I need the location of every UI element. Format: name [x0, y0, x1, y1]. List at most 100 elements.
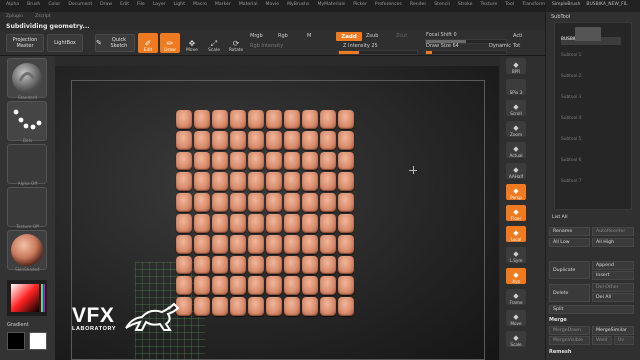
menu-item-document[interactable]: Document	[68, 2, 92, 7]
crosshair-cursor-icon	[409, 166, 417, 174]
menu-item-material[interactable]: Material	[239, 2, 258, 7]
menu-item-stencil[interactable]: Stencil	[434, 2, 450, 7]
menu-item-mymaterials[interactable]: MyMaterials	[317, 2, 345, 7]
secondary-color-swatch[interactable]	[7, 332, 25, 350]
menu-item-movie[interactable]: Movie	[265, 2, 279, 7]
shelf-button-aahalf[interactable]: ◆ AAHalf	[506, 163, 526, 179]
mrgb-button[interactable]: Mrgb	[250, 33, 263, 39]
merge-down-button[interactable]: MergeDown	[549, 326, 590, 335]
shelf-button-persp[interactable]: ◆ Persp	[506, 184, 526, 200]
shelf-button-l-sym[interactable]: ◆ L.Sym	[506, 247, 526, 263]
tile-mesh-model[interactable]	[176, 110, 354, 316]
alpha-thumbnail[interactable]	[7, 144, 47, 184]
z-intensity-slider[interactable]	[338, 50, 418, 55]
menu-item-macro[interactable]: Macro	[193, 2, 207, 7]
lightbox-button[interactable]: LightBox	[47, 34, 83, 52]
menu-item-draw[interactable]: Draw	[100, 2, 112, 7]
zsub-button[interactable]: Zsub	[366, 33, 378, 39]
zadd-button[interactable]: Zadd	[336, 32, 362, 41]
tab-current-tool[interactable]: BUSBIKA_NEW_FIL	[586, 2, 627, 10]
mesh-tile	[176, 276, 192, 296]
shelf-button-xyz[interactable]: ◆ Xyz	[506, 268, 526, 284]
menu-item-marker[interactable]: Marker	[215, 2, 231, 7]
append-button[interactable]: Append	[592, 261, 634, 270]
insert-button[interactable]: Insert	[592, 271, 634, 280]
shelf-button-actual[interactable]: ◆ Actual	[506, 142, 526, 158]
tool-rotate[interactable]: ⟳ Rotate	[226, 33, 246, 53]
material-thumbnail[interactable]	[7, 230, 47, 270]
del-other-button[interactable]: Del Other	[592, 283, 634, 292]
dynamic-button[interactable]: Dynamic	[489, 43, 511, 49]
tab-simplebrush[interactable]: SimpleBrush	[552, 2, 580, 10]
quick-sketch-button[interactable]: ✎ Quick Sketch	[95, 34, 135, 52]
all-low-button[interactable]: All Low	[549, 238, 590, 247]
rename-button[interactable]: Rename	[549, 227, 590, 236]
menu-item-tool[interactable]: Tool	[505, 2, 514, 7]
menu-item-mybrushs[interactable]: MyBrushs	[287, 2, 309, 7]
del-all-button[interactable]: Del All	[592, 293, 634, 302]
projection-master-button[interactable]: Projection Master	[6, 34, 44, 52]
stroke-thumbnail[interactable]	[7, 101, 47, 141]
split-button[interactable]: Split	[549, 305, 634, 314]
merge-visible-button[interactable]: MergeVisible	[549, 336, 590, 345]
subtool-item[interactable]: Subtool 7	[561, 179, 621, 187]
shelf-button-move[interactable]: ◆ Move	[506, 310, 526, 326]
menu-item-zplugin[interactable]: Zplugin	[6, 14, 23, 19]
uv-toggle[interactable]: Uv	[614, 336, 634, 345]
shelf-button-zoom[interactable]: ◆ Zoom	[506, 121, 526, 137]
menu-item-file[interactable]: File	[137, 2, 145, 7]
menu-item-edit[interactable]: Edit	[120, 2, 129, 7]
delete-button[interactable]: Delete	[549, 284, 590, 302]
shelf-button-scale[interactable]: ◆ Scale	[506, 331, 526, 347]
menu-item-stroke[interactable]: Stroke	[458, 2, 473, 7]
tool-draw[interactable]: ✏ Draw	[160, 33, 180, 53]
subtool-item[interactable]: Subtool 6	[561, 158, 621, 166]
subtool-item[interactable]: Subtool 3	[561, 95, 621, 103]
mesh-tile	[194, 255, 210, 275]
subtool-item[interactable]: Subtool 1	[561, 53, 621, 61]
menu-item-light[interactable]: Light	[174, 2, 185, 7]
menu-item-alpha[interactable]: Alpha	[6, 2, 19, 7]
autoreorder-button[interactable]: AutoReorder	[592, 227, 634, 236]
menu-item-color[interactable]: Color	[48, 2, 60, 7]
all-high-button[interactable]: All High	[592, 238, 634, 247]
shelf-button-frame[interactable]: ◆ Frame	[506, 289, 526, 305]
primary-color-swatch[interactable]	[29, 332, 47, 350]
menu-item-brush[interactable]: Brush	[27, 2, 40, 7]
m-button[interactable]: M	[307, 33, 311, 39]
weld-toggle[interactable]: Weld	[592, 336, 612, 345]
subtool-item[interactable]: Subtool 5	[561, 137, 621, 145]
color-picker[interactable]	[5, 278, 49, 318]
tool-edit[interactable]: ✐ Edit	[138, 33, 158, 53]
remesh-section-label[interactable]: Remesh	[549, 349, 571, 355]
mesh-tile	[194, 193, 210, 212]
menu-item-layer[interactable]: Layer	[153, 2, 166, 7]
menu-item-render[interactable]: Render	[410, 2, 426, 7]
duplicate-button[interactable]: Duplicate	[549, 261, 590, 279]
mesh-tile	[212, 276, 228, 296]
list-all-button[interactable]: List All	[549, 213, 589, 222]
subtool-item[interactable]: Subtool 4	[561, 116, 621, 124]
merge-section-label[interactable]: Merge	[549, 317, 567, 323]
menu-item-zscript[interactable]: Zscript	[35, 14, 51, 19]
tool-scale[interactable]: ⤢ Scale	[204, 33, 224, 53]
shelf-button-scroll[interactable]: ◆ Scroll	[506, 100, 526, 116]
texture-thumbnail[interactable]	[7, 187, 47, 227]
rgb-button[interactable]: Rgb	[278, 33, 288, 39]
draw-size-slider[interactable]	[425, 50, 507, 55]
tool-move[interactable]: ✥ Move	[182, 33, 202, 53]
mesh-tile	[230, 130, 246, 150]
shelf-button-bpr[interactable]: ◆ BPR	[506, 58, 526, 74]
shelf-button-local[interactable]: ◆ Local	[506, 226, 526, 242]
menu-item-picker[interactable]: Picker	[353, 2, 367, 7]
menu-item-transform[interactable]: Transform	[522, 2, 545, 7]
menu-item-preferences[interactable]: Preferences	[375, 2, 402, 7]
subtool-item[interactable]: Subtool 2	[561, 74, 621, 82]
menu-item-texture[interactable]: Texture	[480, 2, 497, 7]
shelf-button-floor[interactable]: ◆ Floor	[506, 205, 526, 221]
brush-thumbnail[interactable]	[7, 58, 47, 98]
shelf-button-spix-3[interactable]: SPix 3	[506, 79, 526, 95]
merge-similar-button[interactable]: MergeSimilar	[592, 326, 634, 335]
panel-tabs: SimpleBrush BUSBIKA_NEW_FIL	[546, 0, 640, 12]
zcut-button[interactable]: Zcut	[396, 33, 407, 39]
